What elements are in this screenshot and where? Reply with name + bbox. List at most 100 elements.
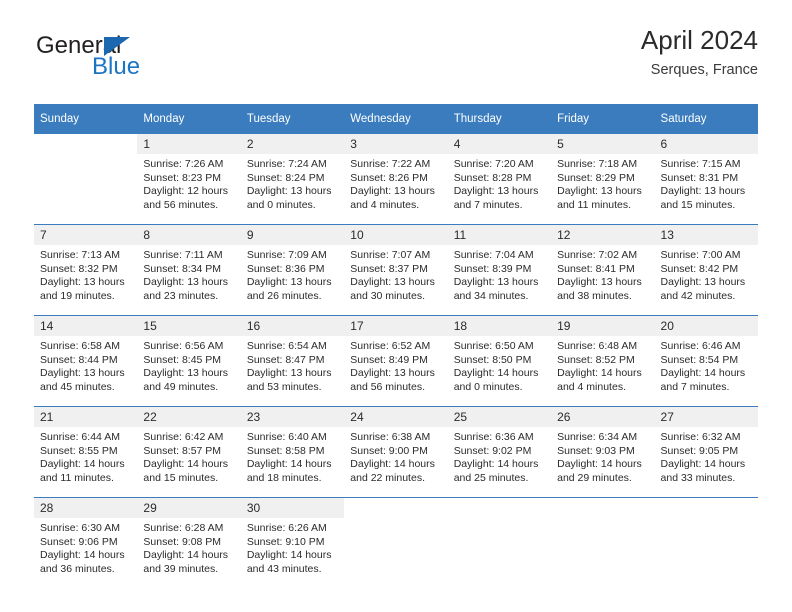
day-detail: Sunrise: 6:48 AM Sunset: 8:52 PM Dayligh… — [551, 336, 654, 394]
day-detail: Sunrise: 6:30 AM Sunset: 9:06 PM Dayligh… — [34, 518, 137, 576]
sunset-text: Sunset: 8:58 PM — [246, 444, 325, 457]
sunset-text: Sunset: 8:52 PM — [557, 353, 635, 366]
day-number: 2 — [240, 134, 345, 154]
sunrise-text: Sunrise: 6:46 AM — [660, 340, 741, 352]
calendar-week-row: 7 Sunrise: 7:13 AM Sunset: 8:32 PM Dayli… — [34, 224, 758, 316]
weekday-header-saturday: Saturday — [654, 104, 758, 134]
day-cell[interactable]: 13 Sunrise: 7:00 AM Sunset: 8:42 PM Dayl… — [654, 224, 758, 316]
day-cell[interactable]: 8 Sunrise: 7:11 AM Sunset: 8:34 PM Dayli… — [137, 224, 241, 316]
day-detail: Sunrise: 6:40 AM Sunset: 8:58 PM Dayligh… — [241, 427, 344, 485]
day-cell[interactable]: 5 Sunrise: 7:18 AM Sunset: 8:29 PM Dayli… — [551, 133, 655, 225]
day-number: 25 — [447, 407, 552, 427]
day-detail: Sunrise: 6:32 AM Sunset: 9:05 PM Dayligh… — [655, 427, 758, 485]
daylight-text: Daylight: 13 hours and 56 minutes. — [350, 367, 435, 393]
day-cell[interactable]: 20 Sunrise: 6:46 AM Sunset: 8:54 PM Dayl… — [654, 315, 758, 407]
day-detail: Sunrise: 6:56 AM Sunset: 8:45 PM Dayligh… — [137, 336, 240, 394]
day-cell[interactable]: 14 Sunrise: 6:58 AM Sunset: 8:44 PM Dayl… — [34, 315, 138, 407]
day-detail: Sunrise: 7:11 AM Sunset: 8:34 PM Dayligh… — [137, 245, 240, 303]
daylight-text: Daylight: 14 hours and 36 minutes. — [40, 549, 125, 575]
day-number — [34, 134, 138, 154]
day-number: 7 — [34, 225, 138, 245]
day-detail: Sunrise: 6:44 AM Sunset: 8:55 PM Dayligh… — [34, 427, 137, 485]
sunset-text: Sunset: 8:49 PM — [350, 353, 428, 366]
sunrise-text: Sunrise: 7:04 AM — [453, 249, 534, 261]
day-cell[interactable]: 17 Sunrise: 6:52 AM Sunset: 8:49 PM Dayl… — [344, 315, 448, 407]
day-cell[interactable]: 16 Sunrise: 6:54 AM Sunset: 8:47 PM Dayl… — [240, 315, 345, 407]
daylight-text: Daylight: 13 hours and 38 minutes. — [557, 276, 642, 302]
day-number: 11 — [447, 225, 552, 245]
day-detail: Sunrise: 6:42 AM Sunset: 8:57 PM Dayligh… — [137, 427, 240, 485]
day-cell[interactable]: 12 Sunrise: 7:02 AM Sunset: 8:41 PM Dayl… — [551, 224, 655, 316]
sunrise-text: Sunrise: 7:00 AM — [660, 249, 741, 261]
day-cell[interactable]: 10 Sunrise: 7:07 AM Sunset: 8:37 PM Dayl… — [344, 224, 448, 316]
sunrise-text: Sunrise: 6:36 AM — [453, 431, 534, 443]
sunset-text: Sunset: 9:08 PM — [143, 535, 222, 548]
day-cell-empty — [447, 497, 552, 588]
daylight-text: Daylight: 13 hours and 15 minutes. — [660, 185, 746, 211]
day-number: 15 — [137, 316, 241, 336]
day-cell[interactable]: 7 Sunrise: 7:13 AM Sunset: 8:32 PM Dayli… — [34, 224, 138, 316]
sunrise-text: Sunrise: 6:30 AM — [40, 522, 120, 534]
day-detail: Sunrise: 6:26 AM Sunset: 9:10 PM Dayligh… — [241, 518, 344, 576]
day-detail: Sunrise: 7:09 AM Sunset: 8:36 PM Dayligh… — [241, 245, 344, 303]
day-number: 3 — [344, 134, 448, 154]
daylight-text: Daylight: 14 hours and 18 minutes. — [246, 458, 332, 484]
day-cell[interactable]: 22 Sunrise: 6:42 AM Sunset: 8:57 PM Dayl… — [137, 406, 241, 498]
day-cell[interactable]: 24 Sunrise: 6:38 AM Sunset: 9:00 PM Dayl… — [344, 406, 448, 498]
day-cell[interactable]: 18 Sunrise: 6:50 AM Sunset: 8:50 PM Dayl… — [447, 315, 552, 407]
calendar-page: General Blue April 2024 Serques, France … — [0, 0, 792, 612]
daylight-text: Daylight: 13 hours and 34 minutes. — [453, 276, 539, 302]
day-cell[interactable]: 21 Sunrise: 6:44 AM Sunset: 8:55 PM Dayl… — [34, 406, 138, 498]
sunrise-text: Sunrise: 6:44 AM — [40, 431, 120, 443]
day-cell[interactable]: 25 Sunrise: 6:36 AM Sunset: 9:02 PM Dayl… — [447, 406, 552, 498]
calendar-week-row: 14 Sunrise: 6:58 AM Sunset: 8:44 PM Dayl… — [34, 315, 758, 407]
daylight-text: Daylight: 14 hours and 15 minutes. — [143, 458, 229, 484]
day-cell[interactable]: 19 Sunrise: 6:48 AM Sunset: 8:52 PM Dayl… — [551, 315, 655, 407]
day-cell[interactable]: 4 Sunrise: 7:20 AM Sunset: 8:28 PM Dayli… — [447, 133, 552, 225]
daylight-text: Daylight: 14 hours and 43 minutes. — [246, 549, 332, 575]
day-cell[interactable]: 15 Sunrise: 6:56 AM Sunset: 8:45 PM Dayl… — [137, 315, 241, 407]
day-cell[interactable]: 1 Sunrise: 7:26 AM Sunset: 8:23 PM Dayli… — [137, 133, 241, 225]
daylight-text: Daylight: 13 hours and 49 minutes. — [143, 367, 229, 393]
sunrise-text: Sunrise: 6:52 AM — [350, 340, 431, 352]
daylight-text: Daylight: 12 hours and 56 minutes. — [143, 185, 229, 211]
day-number: 1 — [137, 134, 241, 154]
day-cell[interactable] — [34, 133, 138, 225]
day-cell[interactable]: 29 Sunrise: 6:28 AM Sunset: 9:08 PM Dayl… — [137, 497, 241, 588]
sunset-text: Sunset: 8:55 PM — [40, 444, 118, 457]
day-cell[interactable]: 28 Sunrise: 6:30 AM Sunset: 9:06 PM Dayl… — [34, 497, 138, 588]
calendar-week-row: 1 Sunrise: 7:26 AM Sunset: 8:23 PM Dayli… — [34, 133, 758, 225]
day-cell[interactable]: 23 Sunrise: 6:40 AM Sunset: 8:58 PM Dayl… — [240, 406, 345, 498]
day-detail: Sunrise: 6:46 AM Sunset: 8:54 PM Dayligh… — [655, 336, 758, 394]
day-number — [447, 498, 552, 518]
day-number: 9 — [240, 225, 345, 245]
day-cell[interactable]: 11 Sunrise: 7:04 AM Sunset: 8:39 PM Dayl… — [447, 224, 552, 316]
day-cell[interactable]: 6 Sunrise: 7:15 AM Sunset: 8:31 PM Dayli… — [654, 133, 758, 225]
day-cell[interactable]: 2 Sunrise: 7:24 AM Sunset: 8:24 PM Dayli… — [240, 133, 345, 225]
day-cell[interactable]: 9 Sunrise: 7:09 AM Sunset: 8:36 PM Dayli… — [240, 224, 345, 316]
day-cell[interactable]: 3 Sunrise: 7:22 AM Sunset: 8:26 PM Dayli… — [344, 133, 448, 225]
daylight-text: Daylight: 13 hours and 4 minutes. — [350, 185, 435, 211]
sunrise-text: Sunrise: 6:32 AM — [660, 431, 741, 443]
day-number: 17 — [344, 316, 448, 336]
day-cell[interactable]: 30 Sunrise: 6:26 AM Sunset: 9:10 PM Dayl… — [240, 497, 345, 588]
weekday-header-sunday: Sunday — [34, 104, 138, 134]
weekday-header-wednesday: Wednesday — [344, 104, 448, 134]
sunset-text: Sunset: 9:10 PM — [246, 535, 325, 548]
day-cell[interactable]: 26 Sunrise: 6:34 AM Sunset: 9:03 PM Dayl… — [551, 406, 655, 498]
sunset-text: Sunset: 8:36 PM — [246, 262, 325, 275]
day-cell[interactable]: 27 Sunrise: 6:32 AM Sunset: 9:05 PM Dayl… — [654, 406, 758, 498]
day-detail: Sunrise: 7:13 AM Sunset: 8:32 PM Dayligh… — [34, 245, 137, 303]
daylight-text: Daylight: 14 hours and 22 minutes. — [350, 458, 435, 484]
daylight-text: Daylight: 14 hours and 4 minutes. — [557, 367, 642, 393]
day-detail: Sunrise: 7:07 AM Sunset: 8:37 PM Dayligh… — [344, 245, 447, 303]
weekday-header-row: Sunday Monday Tuesday Wednesday Thursday… — [34, 104, 758, 134]
sunrise-text: Sunrise: 7:11 AM — [143, 249, 223, 261]
day-detail: Sunrise: 7:22 AM Sunset: 8:26 PM Dayligh… — [344, 154, 447, 212]
sunset-text: Sunset: 8:45 PM — [143, 353, 222, 366]
day-number — [654, 498, 758, 518]
page-header: General Blue April 2024 Serques, France — [34, 26, 758, 96]
sunrise-text: Sunrise: 6:50 AM — [453, 340, 534, 352]
sunset-text: Sunset: 8:29 PM — [557, 171, 635, 184]
logo-text-blue: Blue — [92, 53, 141, 80]
